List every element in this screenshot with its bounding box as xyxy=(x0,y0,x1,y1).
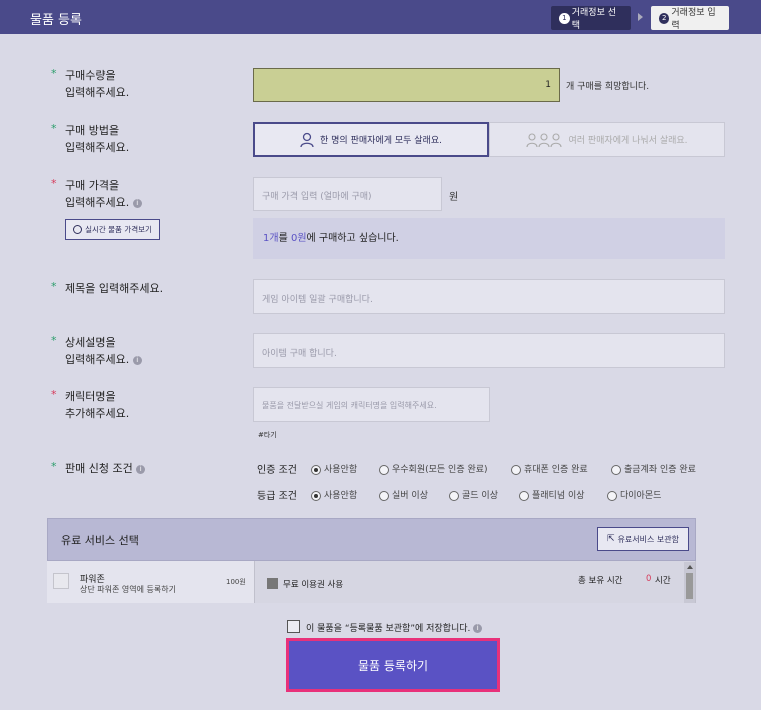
title-label: 제목을 입력해주세요. xyxy=(65,282,164,295)
header-bar xyxy=(0,0,761,34)
radio-icon xyxy=(511,464,521,475)
character-input[interactable]: 물품을 전달받으실 게임의 캐릭터명을 입력해주세요. xyxy=(253,387,490,422)
required-star-icon: * xyxy=(51,177,57,190)
powerzone-desc: 상단 파워존 영역에 등록하기 xyxy=(80,585,176,594)
free-use-label: 무료 이용권 사용 xyxy=(283,580,344,590)
paid-service-scrollbar[interactable] xyxy=(684,562,695,603)
grade-option-gold[interactable]: 골드 이상 xyxy=(449,488,498,501)
required-star-icon: * xyxy=(51,334,57,347)
save-storage-label: 이 물품을 “등록물품 보관함”에 저장합니다. i xyxy=(306,621,483,634)
paid-service-title: 유료 서비스 선택 xyxy=(61,534,139,547)
radio-icon xyxy=(607,490,617,501)
scroll-up-icon xyxy=(686,565,693,569)
info-icon: i xyxy=(473,624,483,633)
powerzone-checkbox[interactable] xyxy=(53,573,69,589)
description-label: 상세설명을 입력해주세요. i xyxy=(65,334,142,368)
clock-icon xyxy=(73,225,83,234)
total-time-unit: 시간 xyxy=(655,576,671,586)
step-number: 2 xyxy=(659,12,670,24)
realtime-price-button[interactable]: 실시간 물품 가격보기 xyxy=(65,219,160,240)
step-input-trade[interactable]: 2 거래정보 입력 xyxy=(651,6,729,31)
auth-option-none[interactable]: 사용안함 xyxy=(311,462,357,475)
step-number: 1 xyxy=(559,12,570,24)
group-icon xyxy=(526,132,563,147)
radio-icon xyxy=(519,490,529,501)
method-label: 구매 방법을 입력해주세요. xyxy=(65,124,130,154)
required-star-icon: * xyxy=(51,388,57,401)
auth-option-account[interactable]: 출금계좌 인증 완료 xyxy=(611,462,696,475)
step-label: 거래정보 선택 xyxy=(571,8,616,31)
required-star-icon: * xyxy=(51,460,57,473)
auth-option-phone[interactable]: 휴대폰 인증 완료 xyxy=(511,462,588,475)
grade-option-diamond[interactable]: 다이아몬드 xyxy=(607,488,661,501)
total-time-value: 0 xyxy=(646,574,652,584)
required-star-icon: * xyxy=(51,122,57,135)
step-select-trade[interactable]: 1 거래정보 선택 xyxy=(551,6,631,31)
info-icon: i xyxy=(136,464,146,474)
character-label: 캐릭터명을 추가해주세요. xyxy=(65,390,130,420)
paid-service-storage-button[interactable]: ⇱ 유료서비스 보관함 xyxy=(597,527,689,551)
price-unit: 원 xyxy=(449,192,459,203)
auth-condition-label: 인증 조건 xyxy=(257,465,297,476)
radio-icon xyxy=(379,464,389,475)
person-icon xyxy=(300,132,314,147)
powerzone-row[interactable] xyxy=(47,561,255,603)
radio-icon xyxy=(311,490,321,501)
total-time-label: 총 보유 시간 xyxy=(578,576,623,586)
step-arrow-icon xyxy=(638,13,643,21)
description-input[interactable]: 아이템 구매 합니다. xyxy=(253,333,725,368)
character-tag: #타기 xyxy=(258,431,277,439)
conditions-label: 판매 신청 조건 i xyxy=(65,460,146,477)
page-title: 물품 등록 xyxy=(30,13,82,28)
required-star-icon: * xyxy=(51,280,57,293)
method-single-button[interactable]: 한 명의 판매자에게 모두 살래요. xyxy=(253,122,489,157)
price-input[interactable]: 구매 가격 입력 (얼마에 구매) xyxy=(253,177,442,211)
radio-icon xyxy=(379,490,389,501)
quantity-suffix: 개 구매를 희망합니다. xyxy=(566,82,650,92)
radio-icon xyxy=(311,464,321,475)
grade-option-none[interactable]: 사용안함 xyxy=(311,488,357,501)
method-multi-button[interactable]: 여러 판매자에게 나눠서 살래요. xyxy=(489,122,725,157)
step-label: 거래정보 입력 xyxy=(671,8,716,31)
grade-option-silver[interactable]: 실버 이상 xyxy=(379,488,428,501)
info-icon: i xyxy=(132,355,142,365)
auth-option-excellent[interactable]: 우수회원(모든 인증 완료) xyxy=(379,462,488,475)
free-use-checkbox[interactable] xyxy=(267,578,278,589)
powerzone-price: 100원 xyxy=(226,578,246,586)
quantity-label: 구매수량을 입력해주세요. xyxy=(65,69,130,99)
price-label: 구매 가격을 입력해주세요. i xyxy=(65,177,142,211)
price-summary: 1개를 0원에 구매하고 싶습니다. xyxy=(253,218,725,259)
info-icon: i xyxy=(132,198,142,208)
submit-button[interactable]: 물품 등록하기 xyxy=(286,638,500,692)
radio-icon xyxy=(611,464,621,475)
quantity-input[interactable]: 1 xyxy=(253,68,560,102)
save-storage-checkbox[interactable] xyxy=(287,620,300,633)
export-icon: ⇱ xyxy=(607,534,615,544)
title-input[interactable]: 게임 아이템 일괄 구매합니다. xyxy=(253,279,725,314)
scroll-thumb xyxy=(686,573,693,599)
required-star-icon: * xyxy=(51,67,57,80)
grade-condition-label: 등급 조건 xyxy=(257,491,297,502)
grade-option-platinum[interactable]: 플래티넘 이상 xyxy=(519,488,585,501)
radio-icon xyxy=(449,490,459,501)
